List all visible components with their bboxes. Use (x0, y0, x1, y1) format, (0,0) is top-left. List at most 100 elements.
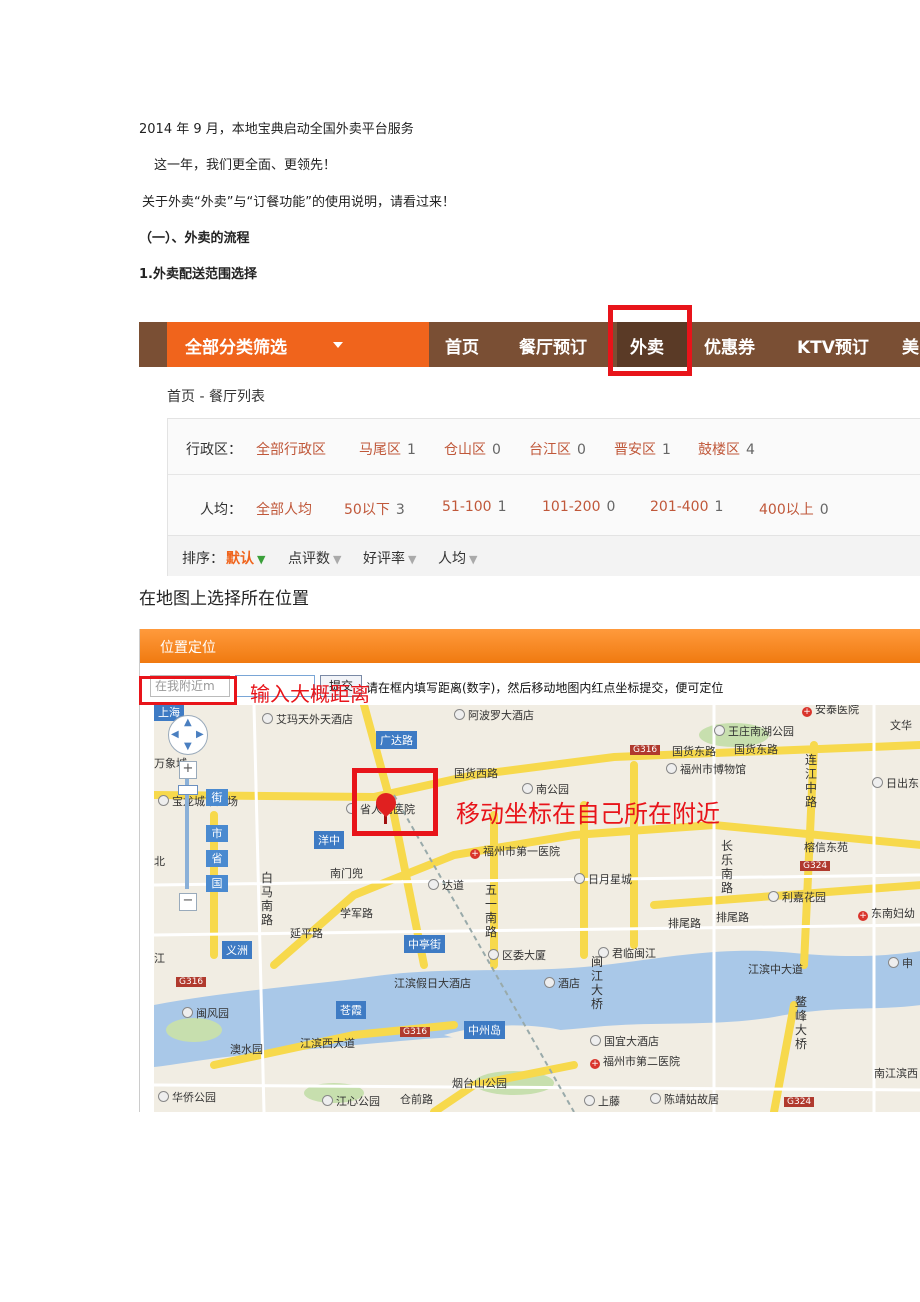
map-label: 学军路 (340, 907, 373, 920)
price-option[interactable]: 50以下 3 (344, 499, 405, 519)
price-filter-row: 人均： 全部人均 50以下 3 51-100 1 101-200 0 201-400 1… (168, 479, 920, 534)
poi-icon (584, 1095, 595, 1106)
category-filter-button[interactable]: 全部分类筛选 (167, 322, 429, 367)
district-option[interactable]: 马尾区 1 (359, 439, 416, 459)
map-label: 上藤 (584, 1093, 620, 1109)
map-label: 君临闽江 (598, 945, 656, 961)
map-label: 陈靖姑故居 (650, 1091, 719, 1107)
poi-icon (454, 709, 465, 720)
sort-reviews[interactable]: 点评数 ▼ (288, 548, 341, 568)
map-label: 国货东路 (672, 745, 716, 758)
map-label: 江心公园 (322, 1093, 380, 1109)
arrow-down-icon: ▼ (333, 553, 342, 566)
sort-default[interactable]: 默认 ▼ (226, 548, 265, 568)
highlight-box-takeout (608, 305, 692, 376)
district-option[interactable]: 晋安区 1 (614, 439, 671, 459)
map-label: 华侨公园 (158, 1089, 216, 1105)
district-filter-row: 行政区： 全部行政区 马尾区 1 仓山区 0 台江区 0 晋安区 1 鼓楼区 4 (168, 419, 920, 475)
map-label: 鳌峰大桥 (794, 995, 807, 1051)
arrow-down-icon: ▼ (257, 553, 266, 566)
nav-restaurant-booking[interactable]: 餐厅预订 (519, 333, 587, 358)
sort-label: 排序： (182, 551, 224, 567)
map-pan-control[interactable]: ▲ ▼ ◀ ▶ (168, 715, 208, 755)
price-option[interactable]: 全部人均 (256, 499, 318, 519)
slogan-paragraph: 这一年，我们更全面、更领先！ (154, 158, 337, 173)
poi-icon (522, 783, 533, 794)
poi-icon (872, 777, 883, 788)
map-label: 中亭街 (404, 935, 445, 953)
road-shield: G324 (784, 1097, 815, 1107)
map-label: 五一南路 (484, 883, 497, 939)
map-label: + 福州市第一医院 (470, 845, 560, 859)
road-shield: G316 (400, 1027, 431, 1037)
price-option[interactable]: 101-200 0 (542, 499, 615, 515)
map-label: 江 (154, 952, 165, 965)
map-label: 澳水园 (230, 1043, 263, 1056)
zoom-level-city[interactable]: 市 (206, 825, 228, 842)
poi-icon (428, 879, 439, 890)
map-label: 中州岛 (464, 1021, 505, 1039)
price-option[interactable]: 201-400 1 (650, 499, 723, 515)
district-option[interactable]: 仓山区 0 (444, 439, 501, 459)
map-label: 仓前路 (400, 1093, 433, 1106)
map-label: 北 (154, 855, 165, 868)
map-label: 洋中 (314, 831, 344, 849)
zoom-slider-thumb[interactable] (178, 785, 198, 795)
zoom-out-button[interactable]: − (179, 893, 197, 911)
hint-text: 请在框内填写距离(数字)，然后移动地图内红点坐标提交，便可定位 (366, 681, 724, 695)
subsection-heading: 1.外卖配送范围选择 (139, 267, 257, 282)
map-label: 南江滨西 (874, 1067, 918, 1080)
zoom-level-province[interactable]: 省 (206, 850, 228, 867)
category-filter-label: 全部分类筛选 (185, 338, 287, 358)
highlight-box-pin (352, 768, 438, 836)
sort-price[interactable]: 人均 ▼ (438, 548, 477, 568)
poi-icon (544, 977, 555, 988)
poi-icon (650, 1093, 661, 1104)
district-option[interactable]: 台江区 0 (529, 439, 586, 459)
poi-icon (182, 1007, 193, 1018)
breadcrumb: 首页 - 餐厅列表 (167, 389, 265, 405)
instruction-paragraph: 关于外卖“外卖”与“订餐功能”的使用说明，请看过来！ (142, 195, 455, 210)
poi-icon (488, 949, 499, 960)
map-canvas[interactable]: 艾玛天外天酒店 阿波罗大酒店 + 安泰医院 王庄南湖公园 文华 上海 万象城 广达… (154, 705, 920, 1112)
district-option[interactable]: 全部行政区 (256, 439, 332, 459)
zoom-slider-track[interactable] (185, 779, 189, 889)
zoom-level-street[interactable]: 街 (206, 789, 228, 806)
price-option[interactable]: 400以上 0 (759, 499, 829, 519)
map-label: 江滨中大道 (748, 963, 803, 976)
price-option[interactable]: 51-100 1 (442, 499, 507, 515)
map-label: + 东南妇幼 (858, 907, 915, 921)
zoom-level-country[interactable]: 国 (206, 875, 228, 892)
map-label: 酒店 (544, 975, 580, 991)
map-label: 连江中路 (804, 753, 817, 809)
nav-more[interactable]: 美 (902, 333, 919, 358)
restaurant-list-screenshot: 全部分类筛选 首页 餐厅预订 外卖 优惠券 KTV预订 美 首页 - 餐厅列表 … (139, 322, 920, 576)
map-label: 日月星城 (574, 871, 632, 887)
map-label: 江滨西大道 (300, 1037, 355, 1050)
hospital-icon: + (858, 911, 868, 921)
district-option[interactable]: 鼓楼区 4 (698, 439, 755, 459)
nav-coupons[interactable]: 优惠券 (704, 333, 755, 358)
panel-header: 位置定位 (140, 629, 920, 663)
map-label: 南门兜 (330, 867, 363, 880)
annotation-pin: 移动坐标在自己所在附近 (456, 800, 720, 828)
poi-icon (262, 713, 273, 724)
road-shield: G324 (800, 861, 831, 871)
nav-home[interactable]: 首页 (445, 333, 479, 358)
map-label: + 福州市第二医院 (590, 1055, 680, 1069)
hospital-icon: + (590, 1059, 600, 1069)
map-label: 王庄南湖公园 (714, 723, 794, 739)
map-label: 广达路 (376, 731, 417, 749)
map-label: 达道 (428, 877, 464, 893)
poi-icon (666, 763, 677, 774)
zoom-in-button[interactable]: + (179, 761, 197, 779)
map-label: 闽江大桥 (590, 955, 603, 1011)
sort-rating[interactable]: 好评率 ▼ (363, 548, 416, 568)
map-label: 排尾路 (668, 917, 701, 930)
map-instruction: 在地图上选择所在位置 (139, 589, 309, 609)
nav-ktv-booking[interactable]: KTV预订 (797, 333, 869, 358)
hospital-icon: + (470, 849, 480, 859)
map-label: 艾玛天外天酒店 (262, 711, 353, 727)
annotation-input: 输入大概距离 (250, 682, 370, 706)
map-label: 文华 (890, 719, 912, 732)
